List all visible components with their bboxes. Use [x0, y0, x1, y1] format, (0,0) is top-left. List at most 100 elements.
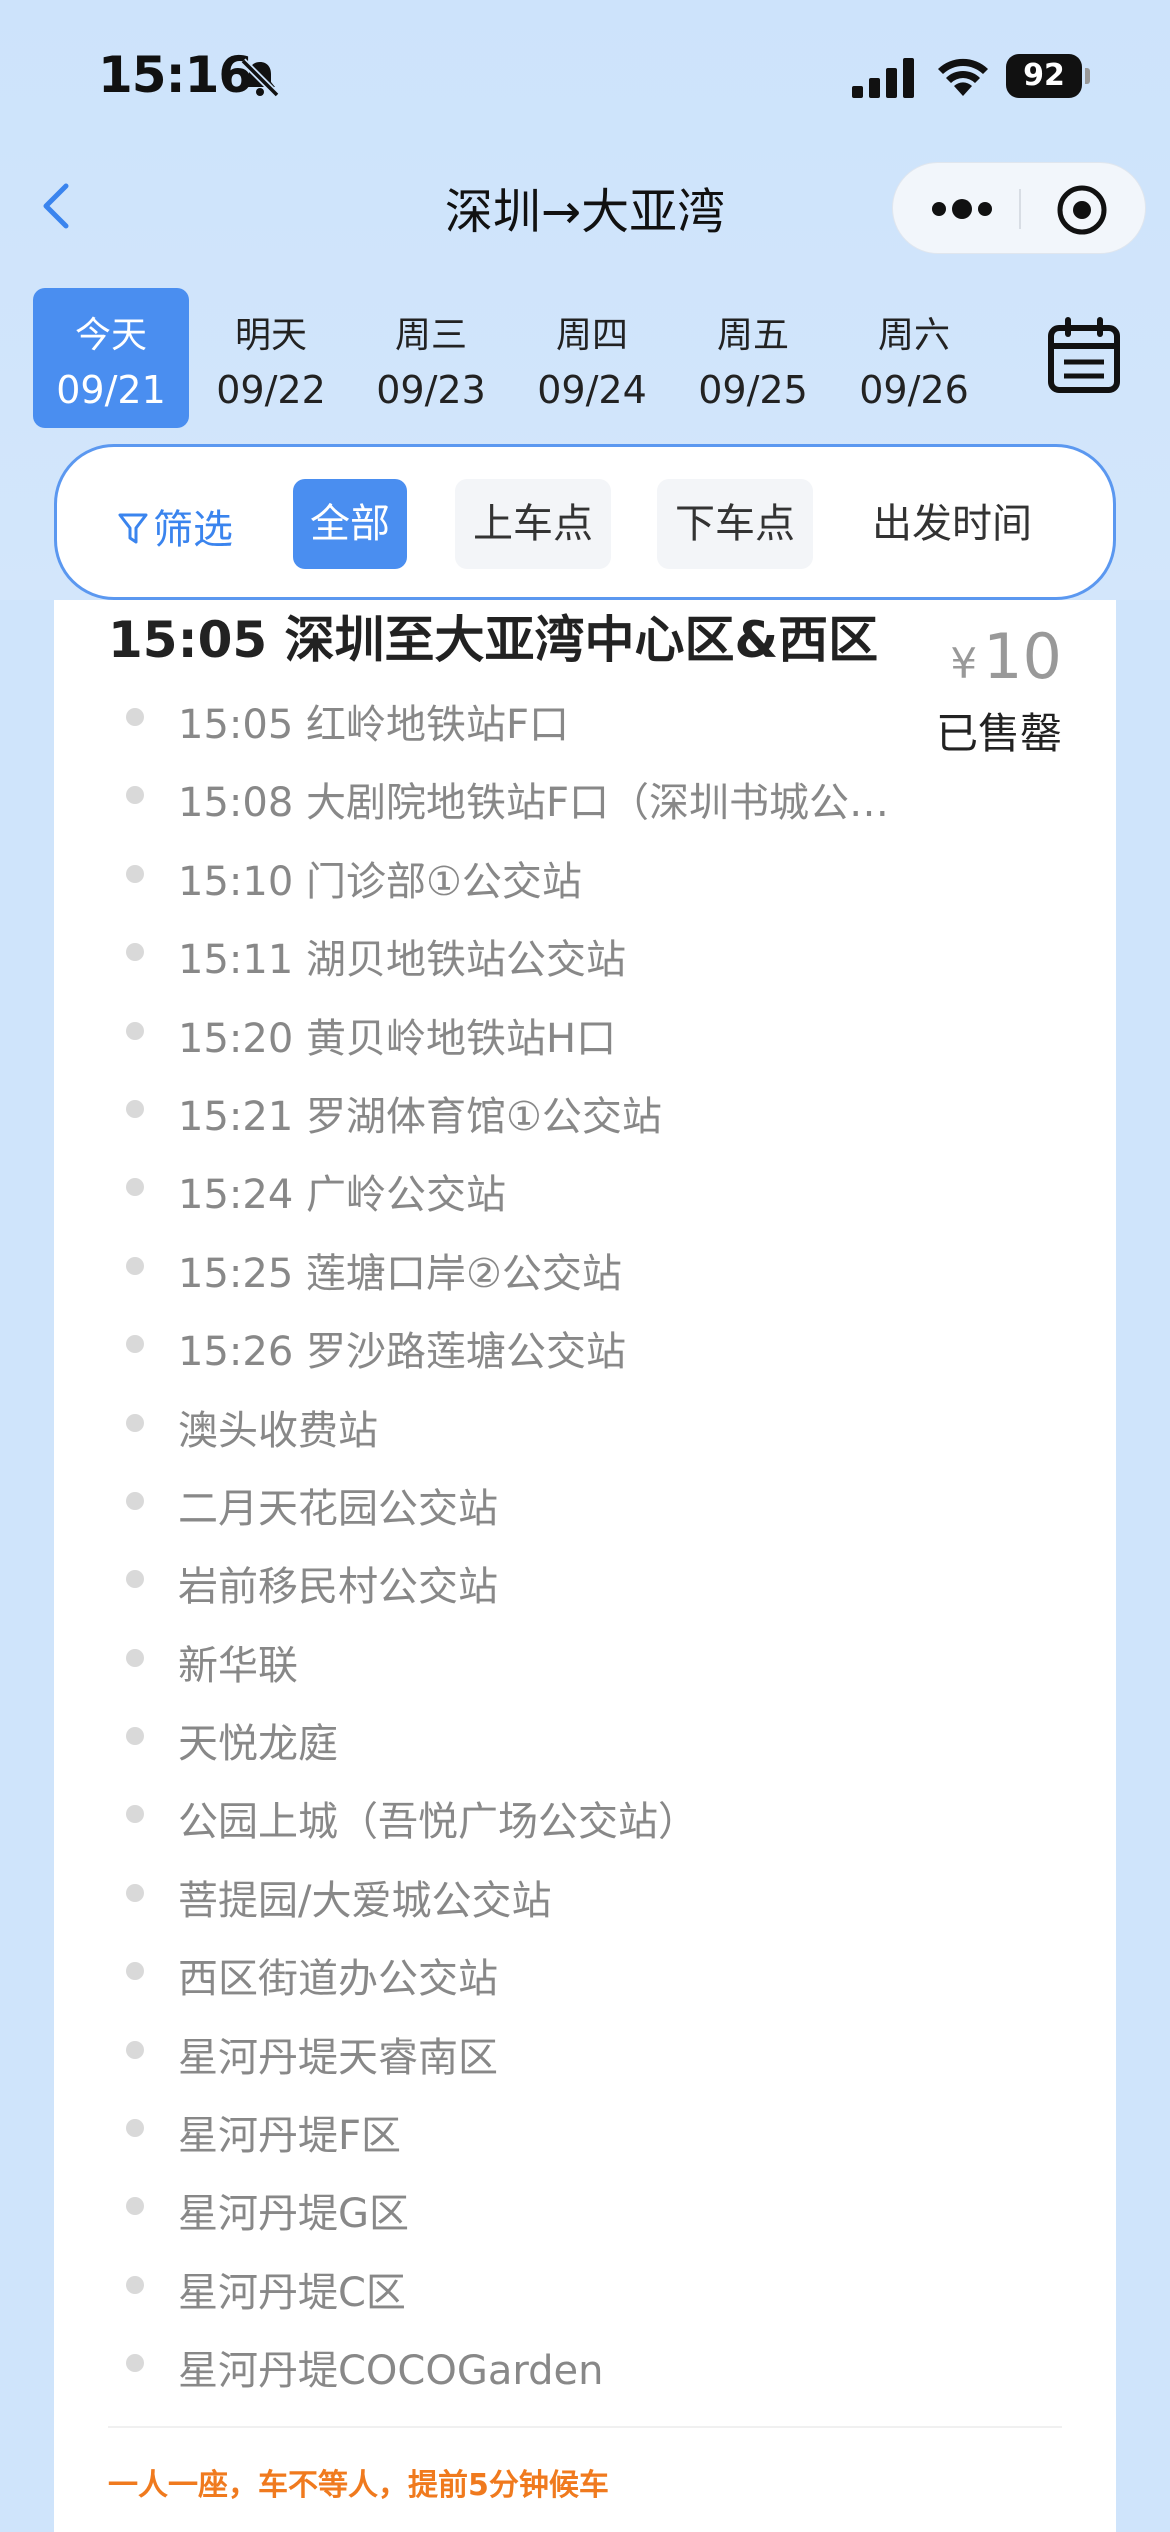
stop-dot: [126, 1099, 144, 1118]
stop-item: 星河丹堤COCOGarden: [54, 2324, 1116, 2402]
filter-button[interactable]: 筛选: [117, 497, 233, 555]
date-tab-today[interactable]: 今天 09/21: [33, 288, 189, 428]
stop-dot: [126, 786, 144, 805]
date-tab-weekday: 周五: [716, 315, 789, 356]
stop-dot: [126, 943, 144, 962]
divider: [108, 2426, 1062, 2428]
date-tab-friday[interactable]: 周五 09/25: [675, 288, 831, 428]
date-tab-saturday[interactable]: 周六 09/26: [836, 288, 992, 428]
stop-item: 澳头收费站: [54, 1384, 1116, 1462]
stop-name: 15:20 黄贝岭地铁站H口: [178, 1015, 617, 1062]
cellular-signal-icon: [852, 58, 914, 98]
date-tab-tomorrow[interactable]: 明天 09/22: [193, 288, 349, 428]
stop-item: 星河丹堤F区: [54, 2089, 1116, 2167]
date-tab-date: 09/23: [376, 368, 486, 412]
bell-muted-icon: [240, 58, 280, 98]
stop-name: 15:24 广岭公交站: [178, 1172, 506, 1219]
stop-item: 15:10 门诊部①公交站: [54, 835, 1116, 913]
stop-name: 15:10 门诊部①公交站: [178, 858, 582, 905]
stop-name: 星河丹堤F区: [178, 2113, 402, 2160]
battery-level: 92: [1006, 54, 1082, 98]
stop-item: 菩提园/大爱城公交站: [54, 1854, 1116, 1932]
filter-chip-departure-time[interactable]: 出发时间: [857, 479, 1047, 569]
battery-icon: 92: [1006, 54, 1090, 98]
date-tab-date: 09/21: [56, 368, 166, 412]
stop-item: 15:25 莲塘口岸②公交站: [54, 1227, 1116, 1305]
date-tab-weekday: 周三: [394, 315, 467, 356]
filter-chip-all[interactable]: 全部: [293, 479, 407, 569]
stop-item: 15:21 罗湖体育馆①公交站: [54, 1070, 1116, 1148]
stop-name: 15:08 大剧院地铁站F口（深圳书城公…: [178, 780, 889, 827]
stop-name: 星河丹堤天睿南区: [178, 2034, 498, 2081]
status-time: 15:16: [98, 46, 253, 104]
stop-name: 澳头收费站: [178, 1407, 378, 1454]
stop-name: 星河丹堤G区: [178, 2191, 409, 2238]
close-miniprogram-icon[interactable]: [1055, 183, 1109, 237]
date-tab-wednesday[interactable]: 周三 09/23: [353, 288, 509, 428]
miniprogram-capsule: [892, 162, 1146, 254]
date-tab-date: 09/24: [537, 368, 647, 412]
stop-name: 15:05 红岭地铁站F口: [178, 702, 569, 748]
stop-dot: [126, 1962, 144, 1981]
stop-dot: [126, 2197, 144, 2216]
capsule-divider: [1019, 189, 1021, 229]
stop-dot: [126, 708, 144, 726]
stop-name: 星河丹堤C区: [178, 2269, 406, 2316]
status-bar: 15:16 92: [0, 0, 1170, 150]
stop-item: 星河丹堤G区: [54, 2167, 1116, 2245]
filter-icon: [118, 513, 148, 544]
stop-item: 15:26 罗沙路莲塘公交站: [54, 1305, 1116, 1383]
filter-label: 筛选: [153, 507, 233, 553]
stop-item: 星河丹堤天睿南区: [54, 2011, 1116, 2089]
stop-name: 新华联: [178, 1642, 298, 1689]
stop-name: 西区街道办公交站: [178, 1956, 498, 2003]
stop-dot: [126, 1491, 144, 1510]
stop-dot: [126, 2119, 144, 2138]
stop-dot: [126, 1570, 144, 1589]
stop-item: 西区街道办公交站: [54, 1932, 1116, 2010]
stop-item: 星河丹堤C区: [54, 2246, 1116, 2324]
stop-name: 菩提园/大爱城公交站: [178, 1877, 552, 1924]
stop-item: 天悦龙庭: [54, 1697, 1116, 1775]
date-tab-date: 09/22: [216, 368, 326, 412]
stop-name: 岩前移民村公交站: [178, 1564, 498, 1611]
trip-card[interactable]: 15:05 深圳至大亚湾中心区&西区 ¥10 已售罄 15:05 红岭地铁站F口…: [54, 600, 1116, 2532]
calendar-icon[interactable]: [1046, 316, 1122, 396]
more-icon[interactable]: [927, 187, 997, 231]
filter-bar: 筛选 全部 上车点 下车点 出发时间: [54, 444, 1116, 600]
stop-dot: [126, 1883, 144, 1902]
stop-dot: [126, 1256, 144, 1275]
stop-name: 二月天花园公交站: [178, 1485, 498, 1532]
stop-item: 15:24 广岭公交站: [54, 1148, 1116, 1226]
boarding-notice: 一人一座，车不等人，提前5分钟候车: [108, 2468, 609, 2503]
stop-item: 15:11 湖贝地铁站公交站: [54, 913, 1116, 991]
wifi-icon: [938, 58, 988, 96]
stop-item: 二月天花园公交站: [54, 1462, 1116, 1540]
stop-dot: [126, 1648, 144, 1667]
date-tab-thursday[interactable]: 周四 09/24: [514, 288, 670, 428]
stop-item: 15:08 大剧院地铁站F口（深圳书城公…: [54, 756, 1116, 834]
stop-item: 岩前移民村公交站: [54, 1540, 1116, 1618]
stop-dot: [126, 2040, 144, 2059]
stop-name: 公园上城（吾悦广场公交站）: [178, 1799, 698, 1846]
stop-list: 15:05 红岭地铁站F口 15:08 大剧院地铁站F口（深圳书城公… 15:1…: [54, 678, 1116, 2403]
stop-dot: [126, 1178, 144, 1197]
filter-chip-alighting[interactable]: 下车点: [657, 479, 813, 569]
stop-name: 天悦龙庭: [178, 1721, 338, 1768]
stop-item: 新华联: [54, 1619, 1116, 1697]
stop-name: 15:11 湖贝地铁站公交站: [178, 937, 626, 984]
stop-dot: [126, 864, 144, 883]
filter-chip-boarding[interactable]: 上车点: [455, 479, 611, 569]
date-tab-weekday: 周四: [555, 315, 628, 356]
date-tab-weekday: 今天: [74, 315, 147, 356]
stop-dot: [126, 1413, 144, 1432]
stop-dot: [126, 1335, 144, 1354]
stop-name: 15:21 罗湖体育馆①公交站: [178, 1093, 662, 1140]
stop-dot: [126, 2275, 144, 2294]
stop-item: 15:05 红岭地铁站F口: [54, 678, 1116, 756]
stop-dot: [126, 2354, 144, 2373]
date-tab-date: 09/25: [698, 368, 808, 412]
date-tab-weekday: 周六: [877, 315, 950, 356]
date-tab-weekday: 明天: [234, 315, 307, 356]
stop-item: 公园上城（吾悦广场公交站）: [54, 1775, 1116, 1853]
